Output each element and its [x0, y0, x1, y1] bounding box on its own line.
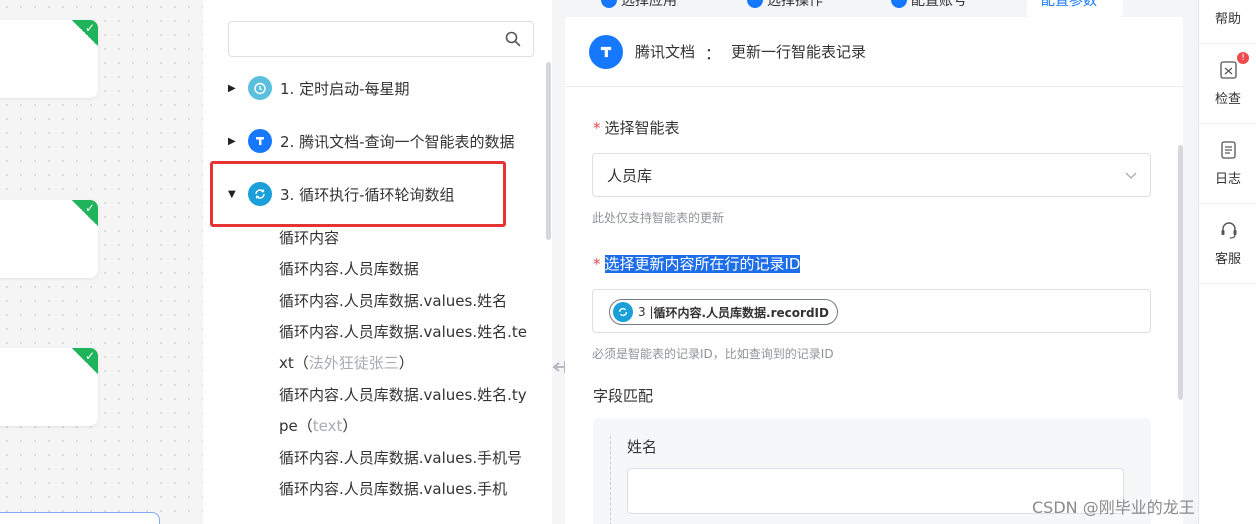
step-icon	[891, 0, 907, 8]
flow-node-card[interactable]: ✓	[0, 20, 98, 98]
step-tabs: 选择应用 选择操作 配置账号 配置参数	[565, 0, 1183, 17]
field-name-label: 姓名	[627, 438, 658, 456]
flow-node-card[interactable]: ✓	[0, 348, 98, 426]
log-button[interactable]: 日志	[1199, 124, 1256, 204]
dashed-divider	[610, 436, 611, 524]
tree-child-item[interactable]: 循环内容.人员库数据.values.手机号	[279, 447, 522, 468]
right-toolbar: 帮助 ! 检查 日志 客服	[1198, 0, 1256, 524]
panel-splitter[interactable]	[552, 0, 578, 524]
loop-icon	[613, 302, 633, 322]
step-icon	[601, 0, 617, 8]
flow-node-card-selected[interactable]	[0, 512, 160, 524]
variable-tree-panel: ▶ 1. 定时启动-每星期 ▶ 2. 腾讯文档-查询一个智能表的数据 ▼ 3. …	[203, 0, 552, 524]
header-separator: ：	[705, 43, 722, 63]
tab-config-params[interactable]: 配置参数	[1027, 0, 1123, 17]
sample-value: text	[312, 417, 343, 435]
tree-node-schedule[interactable]: ▶ 1. 定时启动-每星期	[228, 74, 410, 102]
tree-search-input[interactable]	[228, 21, 534, 57]
success-check-icon: ✓	[72, 348, 98, 374]
tab-select-app[interactable]: 选择应用	[601, 0, 677, 10]
caret-right-icon[interactable]: ▶	[228, 83, 242, 94]
table-field-label: * 选择智能表	[593, 119, 680, 137]
tree-child-item[interactable]: 循环内容	[279, 227, 339, 248]
config-scrollbar[interactable]	[1178, 145, 1183, 400]
tree-child-item[interactable]: 循环内容.人员库数据.values.姓名.ty	[279, 384, 527, 405]
table-select[interactable]: 人员库	[592, 153, 1151, 197]
help-button[interactable]: 帮助	[1199, 0, 1256, 44]
app-name: 腾讯文档	[635, 43, 696, 61]
workflow-canvas[interactable]: ✓ ✓ ✓	[0, 0, 203, 524]
action-name: 更新一行智能表记录	[731, 43, 867, 61]
tree-node-label: 1. 定时启动-每星期	[280, 79, 410, 98]
tree-node-label: 2. 腾讯文档-查询一个智能表的数据	[280, 132, 515, 151]
table-hint: 此处仅支持智能表的更新	[592, 211, 725, 225]
log-icon	[1221, 141, 1236, 159]
fields-section-label: 字段匹配	[593, 387, 654, 405]
support-button[interactable]: 客服	[1199, 204, 1256, 284]
variable-chip[interactable]: 3 | 循环内容.人员库数据.recordID	[609, 299, 838, 325]
alarm-clock-icon	[248, 76, 272, 100]
headset-icon	[1221, 222, 1237, 239]
tree-child-item[interactable]: 循环内容.人员库数据	[279, 258, 419, 279]
flow-node-card[interactable]: ✓	[0, 200, 98, 278]
success-check-icon: ✓	[72, 20, 98, 46]
alert-badge: !	[1237, 52, 1249, 64]
chevron-down-icon[interactable]	[1124, 168, 1138, 182]
tree-child-item-cont[interactable]: xt（法外狂徒张三）	[279, 352, 414, 373]
caret-right-icon[interactable]: ▶	[228, 136, 242, 147]
tree-child-item[interactable]: 循环内容.人员库数据.values.姓名	[279, 290, 507, 311]
config-header: 腾讯文档 ： 更新一行智能表记录	[565, 17, 1183, 87]
success-check-icon: ✓	[72, 200, 98, 226]
check-button[interactable]: ! 检查	[1199, 44, 1256, 124]
tree-child-item[interactable]: 循环内容.人员库数据.values.姓名.te	[279, 321, 527, 342]
config-panel: 选择应用 选择操作 配置账号 配置参数 腾讯文档 ： 更新一行智能表记录 * 选择…	[565, 0, 1183, 524]
tree-child-item-cont[interactable]: pe（text）	[279, 415, 357, 436]
watermark: CSDN @刚毕业的龙王	[1032, 498, 1195, 517]
record-hint: 必须是智能表的记录ID，比如查询到的记录ID	[592, 347, 834, 361]
tree-scrollbar[interactable]	[546, 62, 551, 240]
step-icon	[747, 0, 763, 8]
search-icon[interactable]	[505, 31, 521, 47]
record-field-label: * 选择更新内容所在行的记录ID	[593, 255, 801, 273]
tab-select-action[interactable]: 选择操作	[747, 0, 823, 10]
tencent-docs-icon	[589, 34, 623, 69]
tab-config-account[interactable]: 配置账号	[891, 0, 967, 10]
sample-value: 法外狂徒张三	[308, 354, 399, 372]
tree-node-tencent-docs[interactable]: ▶ 2. 腾讯文档-查询一个智能表的数据	[228, 127, 515, 155]
tencent-docs-icon	[248, 129, 272, 153]
tree-child-item[interactable]: 循环内容.人员库数据.values.手机	[279, 478, 507, 499]
annotation-highlight-box	[210, 161, 506, 227]
check-icon	[1220, 61, 1237, 79]
record-id-input[interactable]: 3 | 循环内容.人员库数据.recordID	[592, 289, 1151, 333]
